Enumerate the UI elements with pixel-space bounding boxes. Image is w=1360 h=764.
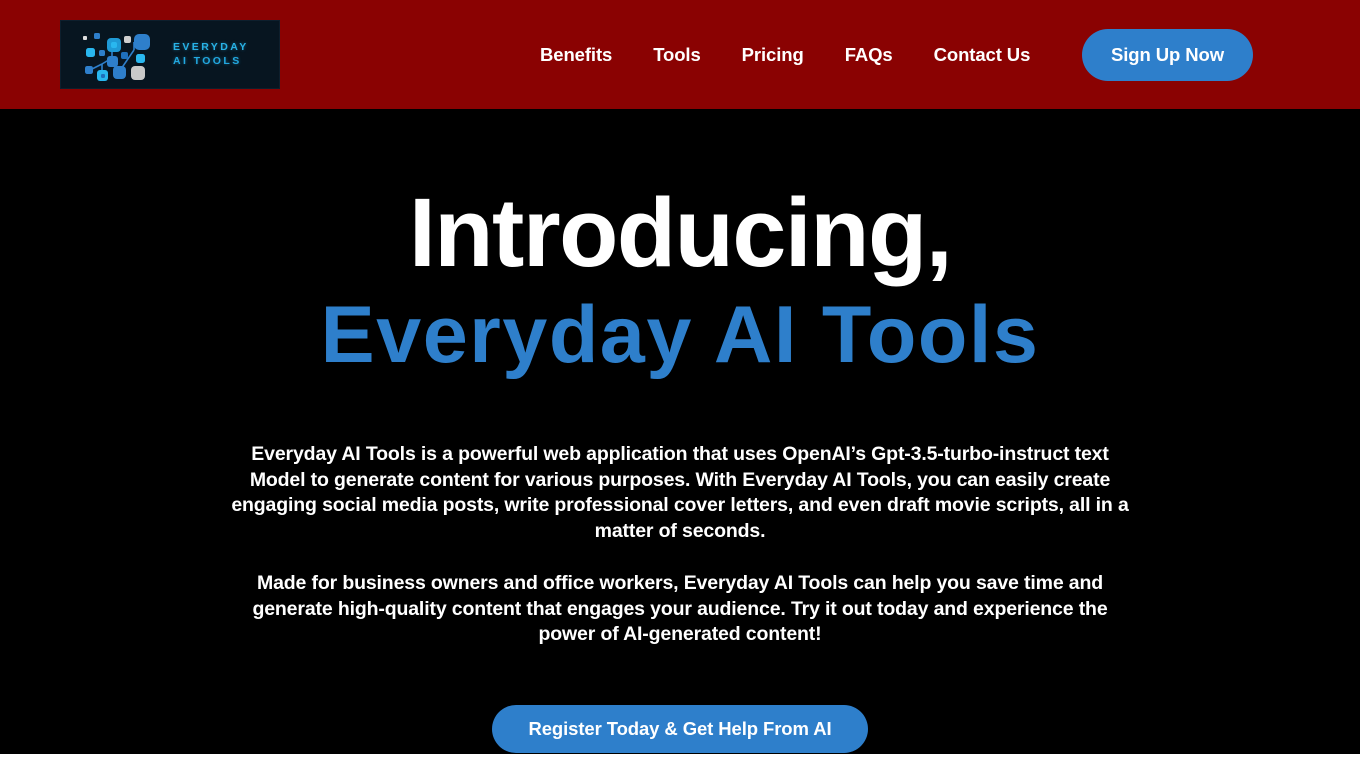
nav-item-pricing[interactable]: Pricing [742, 44, 804, 66]
nav-item-faqs[interactable]: FAQs [845, 44, 893, 66]
hero-description: Everyday AI Tools is a powerful web appl… [230, 442, 1130, 648]
register-cta-button[interactable]: Register Today & Get Help From AI [492, 704, 868, 753]
nav-item-benefits[interactable]: Benefits [540, 44, 612, 66]
page-bottom-strip [0, 754, 1360, 764]
landing-page: EVERYDAY AI TOOLS Benefits Tools Pricing… [0, 0, 1360, 764]
logo-line-1: EVERYDAY [173, 40, 249, 53]
nav-item-contact-us[interactable]: Contact Us [934, 44, 1031, 66]
sign-up-now-button[interactable]: Sign Up Now [1082, 29, 1253, 81]
hero-paragraph-2: Made for business owners and office work… [252, 572, 1108, 646]
site-header: EVERYDAY AI TOOLS Benefits Tools Pricing… [0, 0, 1360, 109]
ai-network-nodes-icon [77, 28, 155, 82]
nav-item-tools[interactable]: Tools [653, 44, 701, 66]
logo-line-2: AI TOOLS [173, 54, 242, 67]
logo-wordmark: EVERYDAY AI TOOLS [173, 41, 249, 69]
hero-title: Introducing, [408, 178, 953, 287]
hero-paragraph-1: Everyday AI Tools is a powerful web appl… [231, 443, 1129, 542]
site-logo[interactable]: EVERYDAY AI TOOLS [60, 20, 280, 89]
hero-subtitle: Everyday AI Tools [320, 289, 1040, 380]
hero-section: Introducing, Everyday AI Tools Everyday … [0, 109, 1360, 764]
main-navigation: Benefits Tools Pricing FAQs Contact Us [540, 0, 1030, 109]
